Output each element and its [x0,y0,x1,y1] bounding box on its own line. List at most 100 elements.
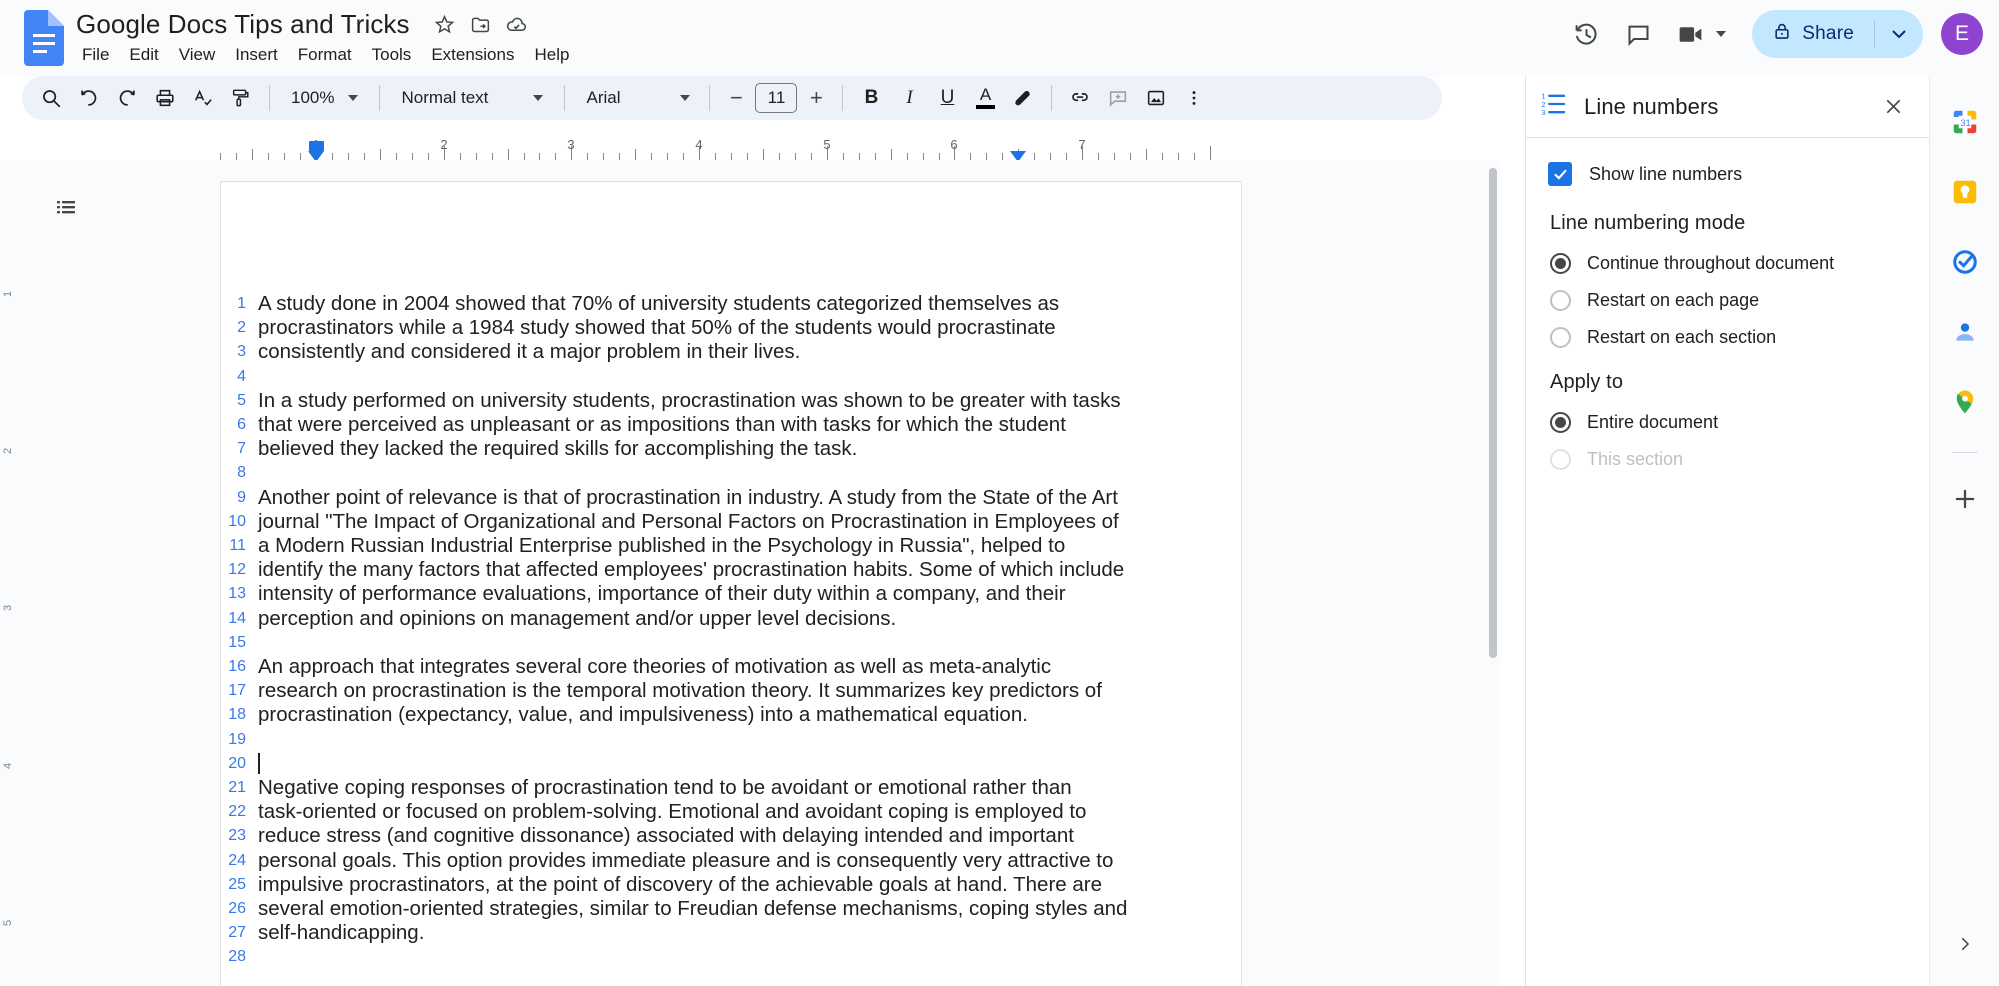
document-line-text[interactable]: that were perceived as unpleasant or as … [255,413,1241,437]
document-line[interactable]: 15 [221,631,1241,655]
undo-icon[interactable] [70,79,108,117]
document-line[interactable]: 4 [221,365,1241,389]
zoom-selector[interactable]: 100% [279,81,370,115]
paragraph-style-selector[interactable]: Normal text [389,81,555,115]
document-line[interactable] [221,970,1241,986]
radio-restart-on-each-section[interactable]: Restart on each section [1548,319,1907,356]
menu-tools[interactable]: Tools [362,41,422,69]
print-icon[interactable] [146,79,184,117]
document-line[interactable]: 23 reduce stress (and cognitive dissonanc… [221,824,1241,848]
document-line[interactable]: 17 research on procrastination is the tem… [221,679,1241,703]
document-title[interactable]: Google Docs Tips and Tricks [72,7,414,42]
insert-image-icon[interactable] [1137,79,1175,117]
document-line-text[interactable]: procrastination (expectancy, value, and … [255,703,1241,727]
document-line-text[interactable]: Another point of relevance is that of pr… [255,486,1241,510]
avatar[interactable]: E [1941,13,1983,55]
text-color-button[interactable]: A [966,79,1004,117]
radio-indicator[interactable] [1550,253,1571,274]
decrease-font-size-button[interactable]: − [719,81,753,115]
document-line-text[interactable]: intensity of performance evaluations, im… [255,582,1241,606]
redo-icon[interactable] [108,79,146,117]
document-line[interactable]: 6 that were perceived as unpleasant or as… [221,413,1241,437]
document-line-text[interactable]: Negative coping responses of procrastina… [255,776,1241,800]
document-line[interactable]: 12 identify the many factors that affecte… [221,558,1241,582]
italic-button[interactable]: I [890,79,928,117]
document-line[interactable]: 20 [221,752,1241,776]
document-line[interactable]: 27 self-handicapping. [221,921,1241,945]
increase-font-size-button[interactable]: + [799,81,833,115]
radio-indicator[interactable] [1550,412,1571,433]
google-calendar-icon[interactable]: 31 [1941,98,1989,146]
menu-extensions[interactable]: Extensions [421,41,524,69]
document-line[interactable]: 11 a Modern Russian Industrial Enterprise… [221,534,1241,558]
document-line-text[interactable]: perception and opinions on management an… [255,607,1241,631]
document-line[interactable]: 10 journal "The Impact of Organizational … [221,510,1241,534]
insert-link-icon[interactable] [1061,79,1099,117]
document-line-text[interactable]: several emotion-oriented strategies, sim… [255,897,1241,921]
document-line-text[interactable]: journal "The Impact of Organizational an… [255,510,1241,534]
comment-history-icon[interactable] [1614,10,1662,58]
document-line-text[interactable]: task-oriented or focused on problem-solv… [255,800,1241,824]
document-text-body[interactable]: 1 A study done in 2004 showed that 70% of… [221,182,1241,986]
checkbox-box[interactable] [1548,162,1572,186]
more-options-button[interactable] [1175,79,1213,117]
star-icon[interactable] [430,9,460,39]
vertical-scrollbar[interactable] [1488,168,1498,986]
move-folder-icon[interactable] [466,9,496,39]
document-line-text[interactable]: research on procrastination is the tempo… [255,679,1241,703]
meet-icon[interactable] [1666,10,1714,58]
document-line[interactable]: 28 [221,945,1241,969]
document-line-text[interactable]: personal goals. This option provides imm… [255,849,1241,873]
bold-button[interactable]: B [852,79,890,117]
document-line[interactable]: 18 procrastination (expectancy, value, an… [221,703,1241,727]
document-line[interactable]: 1 A study done in 2004 showed that 70% of… [221,292,1241,316]
document-page[interactable]: 1 A study done in 2004 showed that 70% of… [220,181,1242,986]
meet-call-button[interactable] [1666,10,1736,58]
document-line-text[interactable]: consistently and considered it a major p… [255,340,1241,364]
chevron-down-icon[interactable] [1716,31,1727,37]
document-line[interactable]: 7 believed they lacked the required skill… [221,437,1241,461]
document-line-text[interactable]: A study done in 2004 showed that 70% of … [255,292,1241,316]
add-ons-plus-icon[interactable] [1941,475,1989,523]
document-line-text[interactable]: believed they lacked the required skills… [255,437,1241,461]
document-line-text[interactable] [255,752,1241,776]
add-comment-icon[interactable] [1099,79,1137,117]
document-line[interactable]: 19 [221,728,1241,752]
version-history-icon[interactable] [1562,10,1610,58]
spellcheck-icon[interactable] [184,79,222,117]
font-size-input[interactable]: 11 [755,83,798,113]
left-indent-square-marker[interactable] [309,141,324,151]
document-line[interactable]: 26 several emotion-oriented strategies, s… [221,897,1241,921]
share-button[interactable]: Share [1752,10,1923,58]
menu-help[interactable]: Help [524,41,579,69]
paint-format-icon[interactable] [222,79,260,117]
share-main[interactable]: Share [1752,10,1874,58]
show-line-numbers-checkbox[interactable]: Show line numbers [1548,162,1907,186]
google-contacts-icon[interactable] [1941,308,1989,356]
highlight-color-button[interactable] [1004,79,1042,117]
document-line-text[interactable]: reduce stress (and cognitive dissonance)… [255,824,1241,848]
search-icon[interactable] [32,79,70,117]
scrollbar-thumb[interactable] [1489,168,1497,658]
document-line[interactable]: 9 Another point of relevance is that of p… [221,486,1241,510]
radio-continue-throughout-document[interactable]: Continue throughout document [1548,245,1907,282]
document-line-text[interactable]: self-handicapping. [255,921,1241,945]
menu-insert[interactable]: Insert [225,41,288,69]
show-side-panel-button[interactable] [1945,924,1985,964]
document-line-text[interactable]: An approach that integrates several core… [255,655,1241,679]
menu-edit[interactable]: Edit [119,41,168,69]
google-tasks-icon[interactable] [1941,238,1989,286]
google-maps-icon[interactable] [1941,378,1989,426]
underline-button[interactable]: U [928,79,966,117]
document-line[interactable]: 16 An approach that integrates several co… [221,655,1241,679]
menu-view[interactable]: View [169,41,226,69]
document-line-text[interactable]: a Modern Russian Industrial Enterprise p… [255,534,1241,558]
document-line-text[interactable]: identify the many factors that affected … [255,558,1241,582]
document-line[interactable]: 14 perception and opinions on management … [221,607,1241,631]
menu-format[interactable]: Format [288,41,362,69]
document-line[interactable]: 22 task-oriented or focused on problem-so… [221,800,1241,824]
close-icon[interactable] [1875,89,1911,125]
document-line[interactable]: 2 procrastinators while a 1984 study show… [221,316,1241,340]
document-line-text[interactable]: In a study performed on university stude… [255,389,1241,413]
radio-indicator[interactable] [1550,290,1571,311]
